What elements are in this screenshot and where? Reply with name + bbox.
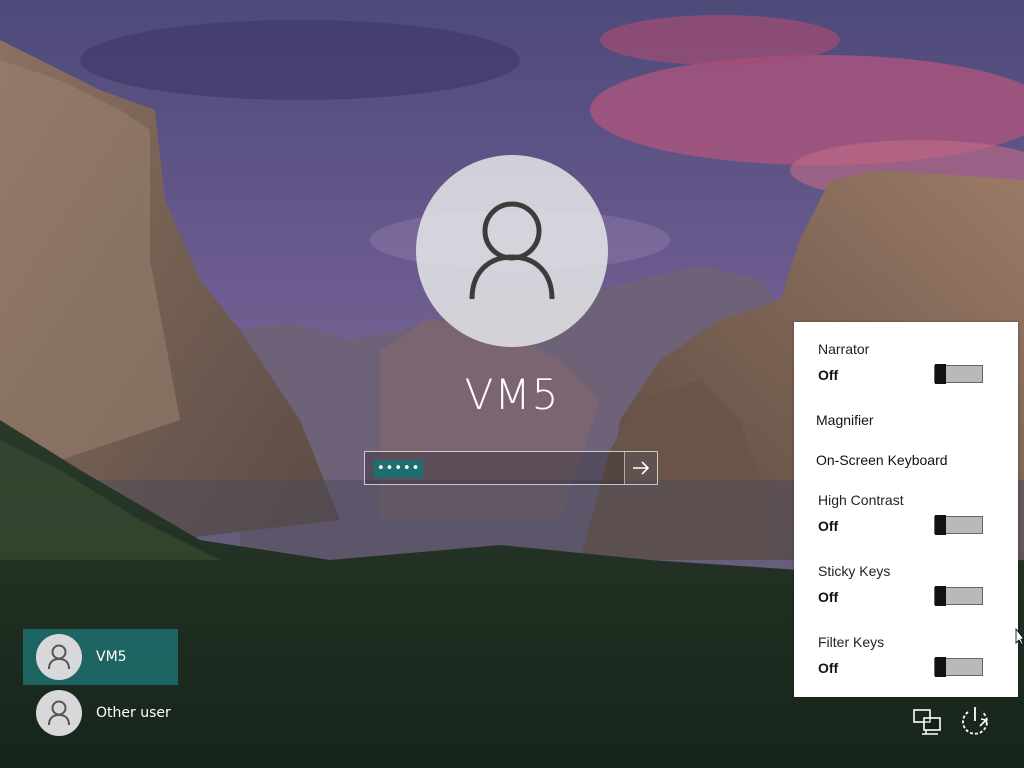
toggle-knob <box>935 586 946 606</box>
on-screen-keyboard-link[interactable]: On-Screen Keyboard <box>816 452 948 468</box>
user-item-vm5[interactable]: VM5 <box>23 629 178 685</box>
high-contrast-state: Off <box>818 518 839 534</box>
filter-keys-toggle[interactable] <box>934 657 983 677</box>
user-icon <box>469 201 555 300</box>
power-icon <box>962 707 988 735</box>
user-icon <box>48 644 70 670</box>
user-item-label: Other user <box>96 705 171 721</box>
narrator-state: Off <box>818 367 839 383</box>
sticky-keys-toggle[interactable] <box>934 586 983 606</box>
magnifier-link[interactable]: Magnifier <box>816 412 874 428</box>
account-avatar <box>416 155 608 347</box>
submit-button[interactable] <box>624 452 657 484</box>
narrator-toggle[interactable] <box>934 364 983 384</box>
filter-keys-state: Off <box>818 660 839 676</box>
user-item-label: VM5 <box>96 649 127 665</box>
sticky-keys-state: Off <box>818 589 839 605</box>
network-button[interactable] <box>910 706 946 738</box>
toggle-knob <box>935 364 946 384</box>
account-name: VM5 <box>464 370 560 419</box>
mouse-cursor-icon <box>1015 628 1024 646</box>
network-icon <box>913 709 941 735</box>
arrow-right-icon <box>633 461 650 475</box>
toggle-knob <box>935 657 946 677</box>
high-contrast-toggle[interactable] <box>934 515 983 535</box>
avatar <box>36 634 82 680</box>
avatar <box>36 690 82 736</box>
password-field-container: ••••• <box>364 451 658 485</box>
ease-of-access-panel: Narrator Off Magnifier On-Screen Keyboar… <box>794 322 1018 697</box>
user-icon <box>48 700 70 726</box>
user-item-other-user[interactable]: Other user <box>23 685 178 741</box>
sticky-keys-label: Sticky Keys <box>818 563 891 579</box>
toggle-knob <box>935 515 946 535</box>
password-field[interactable]: ••••• <box>374 460 424 478</box>
ease-of-access-power-button[interactable] <box>957 705 993 737</box>
high-contrast-label: High Contrast <box>818 492 904 508</box>
filter-keys-label: Filter Keys <box>818 634 885 650</box>
narrator-label: Narrator <box>818 341 870 357</box>
